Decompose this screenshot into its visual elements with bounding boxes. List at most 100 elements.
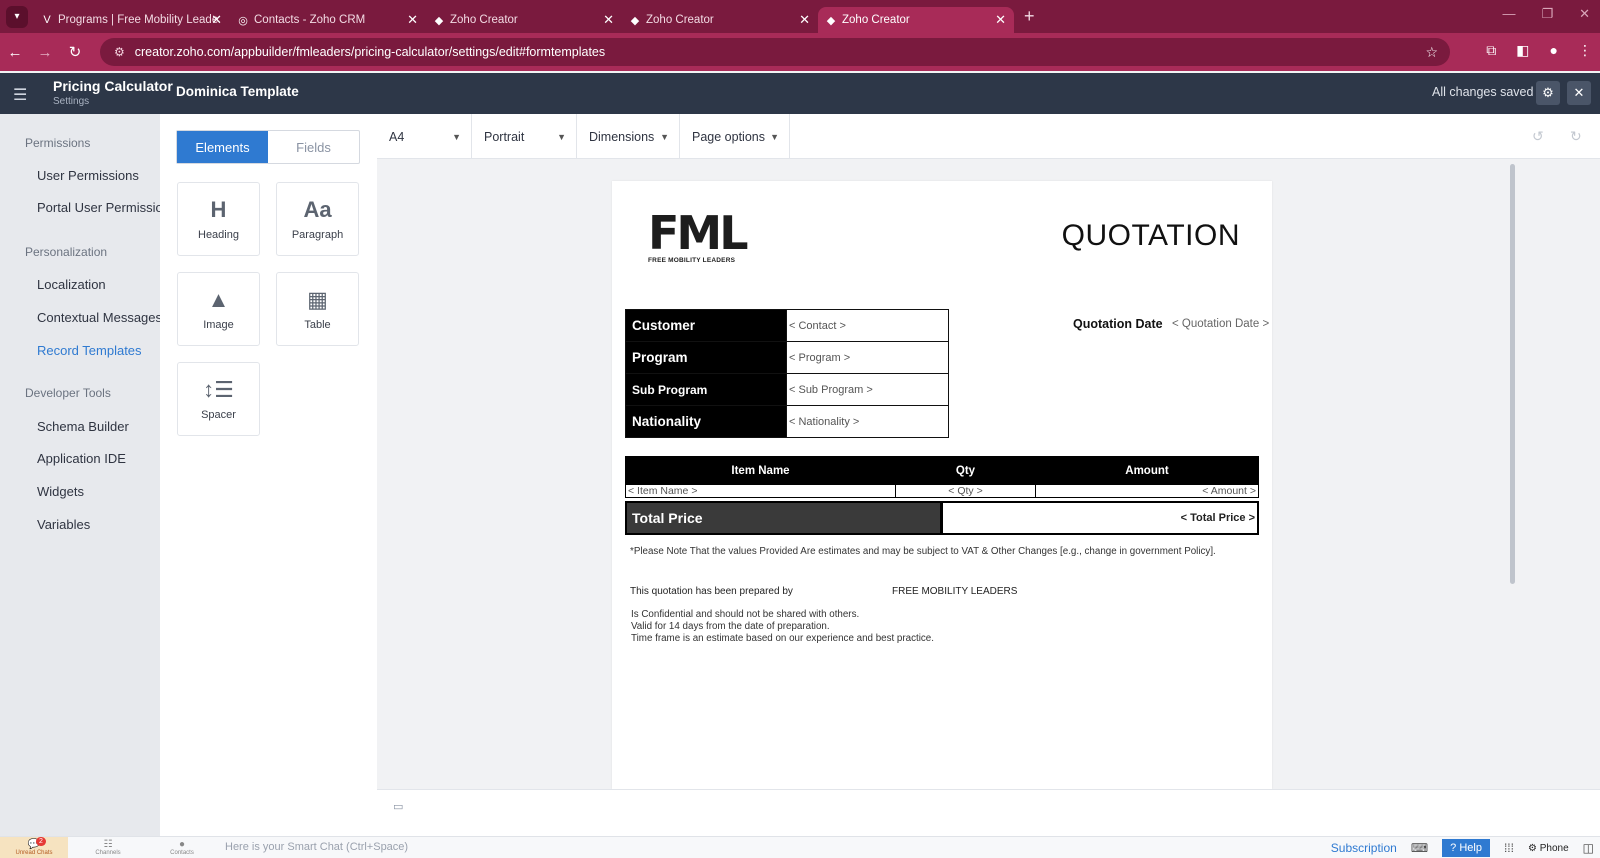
company-logo[interactable]: FML FREE MOBILITY LEADERS — [648, 209, 749, 269]
items-table[interactable]: Item Name Qty Amount < Item Name > < Qty… — [625, 456, 1259, 498]
heading-element[interactable]: H Heading — [177, 182, 260, 256]
sidebar-item-portal-user-permissions[interactable]: Portal User Permissions — [37, 200, 176, 215]
table-row: Customer < Contact > — [625, 309, 949, 342]
quotation-heading[interactable]: QUOTATION — [1062, 219, 1240, 253]
disclaimer-note[interactable]: *Please Note That the values Provided Ar… — [630, 546, 1216, 557]
sidebar-item-contextual-messages[interactable]: Contextual Messages — [37, 310, 162, 325]
close-tab-icon[interactable]: ✕ — [603, 12, 614, 28]
table-cell: < Qty > — [895, 484, 1036, 498]
contacts-icon: ● — [178, 839, 186, 850]
customer-details-table[interactable]: Customer < Contact > Program < Program >… — [625, 309, 949, 438]
settings-gear-icon[interactable]: ⚙ — [1536, 81, 1560, 105]
image-element[interactable]: ▲ Image — [177, 272, 260, 346]
contacts-tab[interactable]: ● Contacts — [148, 837, 216, 858]
template-title: Dominica Template — [176, 84, 299, 99]
unread-badge: 2 — [36, 837, 46, 846]
close-tab-icon[interactable]: ✕ — [407, 12, 418, 28]
browser-tab[interactable]: ◎ Contacts - Zoho CRM ✕ — [230, 7, 426, 33]
close-window-icon[interactable]: ✕ — [1579, 6, 1590, 22]
new-tab-icon[interactable]: + — [1024, 6, 1035, 27]
table-element[interactable]: ▦ Table — [276, 272, 359, 346]
page-size-dropdown[interactable]: A4 ▼ — [377, 114, 472, 159]
browser-tab[interactable]: ◆ Zoho Creator ✕ — [426, 7, 622, 33]
subscription-link[interactable]: Subscription — [1331, 841, 1397, 855]
tab-fields[interactable]: Fields — [268, 131, 359, 163]
site-info-icon[interactable]: ⚙ — [114, 45, 125, 59]
help-button[interactable]: ? Help — [1442, 839, 1490, 857]
browser-actions: ⧉ ◧ ● ⋮ — [1486, 42, 1592, 59]
close-tab-icon[interactable]: ✕ — [799, 12, 810, 28]
total-price-row[interactable]: Total Price < Total Price > — [625, 501, 1259, 535]
total-price-label: Total Price — [627, 503, 943, 533]
hamburger-menu-icon[interactable]: ☰ — [13, 85, 27, 105]
bottom-actions: Subscription ⌨ ? Help ⁞⁞⁞ ⚙ Phone ◫ — [1331, 837, 1600, 858]
browser-tab[interactable]: V Programs | Free Mobility Leade ✕ — [34, 7, 230, 33]
template-page[interactable]: FML FREE MOBILITY LEADERS QUOTATION Cust… — [612, 181, 1272, 789]
smart-chat-input[interactable]: Here is your Smart Chat (Ctrl+Space) — [225, 841, 408, 853]
restore-icon[interactable]: ❐ — [1541, 6, 1553, 22]
chevron-down-icon: ▼ — [770, 131, 779, 142]
prepared-by-org[interactable]: FREE MOBILITY LEADERS — [892, 586, 1017, 597]
sidebar-item-localization[interactable]: Localization — [37, 277, 106, 292]
app-title[interactable]: Pricing Calculator — [53, 78, 173, 94]
conditions-paragraph[interactable]: Is Confidential and should not be shared… — [631, 609, 934, 645]
tab-label: Channels — [95, 850, 121, 856]
back-icon[interactable]: ← — [0, 44, 30, 61]
close-tab-icon[interactable]: ✕ — [211, 12, 222, 28]
dimensions-dropdown[interactable]: Dimensions ▼ — [577, 114, 680, 159]
field-placeholder: < Contact > — [786, 309, 949, 342]
close-tab-icon[interactable]: ✕ — [995, 12, 1006, 28]
url-input[interactable]: ⚙ creator.zoho.com/appbuilder/fmleaders/… — [100, 38, 1450, 66]
notification-icon[interactable]: ◫ — [1583, 841, 1594, 855]
tab-elements[interactable]: Elements — [177, 131, 268, 163]
save-status: All changes saved — [1432, 85, 1534, 99]
reload-icon[interactable]: ↻ — [60, 43, 90, 61]
sidebar-item-variables[interactable]: Variables — [37, 517, 90, 532]
panel-tab-switch: Elements Fields — [176, 130, 360, 164]
sidebar-item-user-permissions[interactable]: User Permissions — [37, 168, 139, 183]
unread-chats-tab[interactable]: 💬 Unread Chats 2 — [0, 837, 68, 858]
apps-grid-icon[interactable]: ⁞⁞⁞ — [1504, 841, 1514, 855]
sidepanel-icon[interactable]: ◧ — [1516, 42, 1529, 59]
chevron-down-icon: ▼ — [557, 131, 566, 142]
favicon-icon: ◆ — [630, 14, 640, 27]
sidebar-item-application-ide[interactable]: Application IDE — [37, 451, 126, 466]
canvas-scrollbar[interactable] — [1510, 164, 1515, 584]
column-header: Qty — [895, 456, 1036, 485]
channels-tab[interactable]: ☷ Channels — [74, 837, 142, 858]
page-icon[interactable]: ▭ — [393, 800, 403, 813]
forward-icon[interactable]: → — [30, 44, 60, 61]
tab-search-icon[interactable]: ▾ — [6, 5, 28, 28]
extensions-icon[interactable]: ⧉ — [1486, 42, 1496, 59]
spacer-element[interactable]: ↕☰ Spacer — [177, 362, 260, 436]
app-subtitle: Settings — [53, 96, 90, 107]
phone-button[interactable]: ⚙ Phone — [1528, 843, 1569, 854]
page-options-dropdown[interactable]: Page options ▼ — [680, 114, 790, 159]
quotation-date-placeholder[interactable]: < Quotation Date > — [1172, 318, 1269, 330]
bookmark-star-icon[interactable]: ☆ — [1425, 44, 1438, 61]
minimize-icon[interactable]: — — [1502, 6, 1515, 22]
favicon-icon: ◆ — [434, 14, 444, 27]
close-editor-icon[interactable]: ✕ — [1567, 81, 1591, 105]
browser-tab-bar: ▾ V Programs | Free Mobility Leade ✕ ◎ C… — [0, 0, 1600, 33]
orientation-dropdown[interactable]: Portrait ▼ — [472, 114, 577, 159]
chevron-down-icon: ▼ — [660, 131, 669, 142]
redo-icon[interactable]: ↻ — [1570, 128, 1582, 145]
field-placeholder: < Nationality > — [786, 405, 949, 438]
profile-icon[interactable]: ● — [1550, 42, 1558, 59]
canvas-footer: ▭ — [377, 789, 1600, 836]
paragraph-element[interactable]: Aa Paragraph — [276, 182, 359, 256]
table-row: < Item Name > < Qty > < Amount > — [625, 484, 1259, 498]
sidebar-item-record-templates[interactable]: Record Templates — [37, 343, 142, 358]
tab-title: Zoho Creator — [646, 14, 714, 26]
browser-tab[interactable]: ◆ Zoho Creator ✕ — [622, 7, 818, 33]
field-label: Nationality — [625, 405, 787, 438]
browser-menu-icon[interactable]: ⋮ — [1578, 42, 1592, 59]
undo-icon[interactable]: ↺ — [1532, 128, 1544, 145]
sidebar-item-widgets[interactable]: Widgets — [37, 484, 84, 499]
keyboard-icon[interactable]: ⌨ — [1411, 841, 1428, 855]
sidebar-item-schema-builder[interactable]: Schema Builder — [37, 419, 129, 434]
quotation-date-label: Quotation Date — [1073, 317, 1163, 331]
prepared-by-text[interactable]: This quotation has been prepared by — [630, 586, 793, 597]
browser-tab-active[interactable]: ◆ Zoho Creator ✕ — [818, 7, 1014, 33]
